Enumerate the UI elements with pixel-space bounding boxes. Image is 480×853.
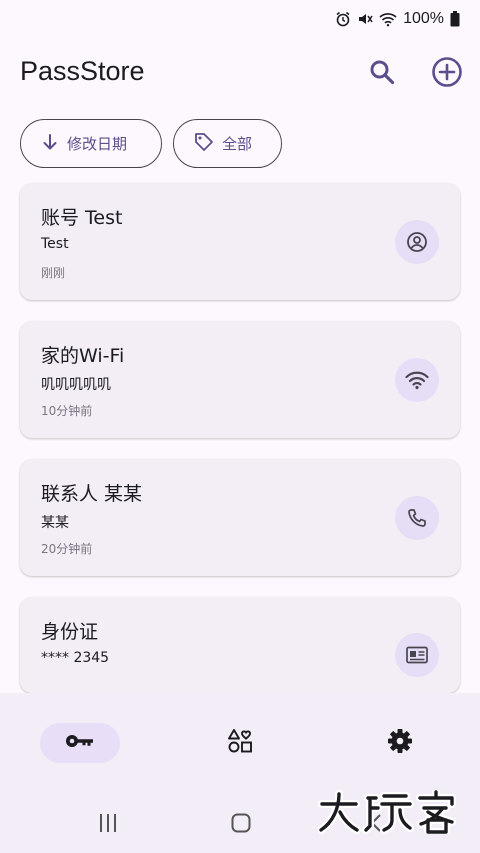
status-icons: 100% — [335, 10, 460, 28]
wifi-status-icon — [379, 11, 397, 27]
recent-apps-button[interactable] — [98, 813, 118, 837]
entry-card-account[interactable]: 账号 Test Test 刚刚 — [20, 183, 460, 300]
settings-gear-icon — [387, 728, 413, 758]
entry-subtitle: 叽叽叽叽叽 — [41, 377, 111, 393]
mute-icon — [357, 11, 373, 27]
battery-percent: 100% — [403, 10, 444, 27]
entry-subtitle: Test — [41, 236, 69, 252]
search-button[interactable] — [364, 56, 400, 92]
search-icon — [368, 58, 396, 90]
tag-icon — [194, 132, 214, 156]
add-entry-button[interactable] — [429, 56, 465, 92]
sort-chip-label: 修改日期 — [67, 135, 128, 153]
entry-card-contact[interactable]: 联系人 某某 某某 20分钟前 — [20, 459, 460, 576]
entry-title: 账号 Test — [41, 207, 123, 229]
account-icon — [395, 220, 439, 264]
key-icon — [65, 733, 95, 753]
battery-icon — [450, 11, 460, 27]
id-card-icon — [395, 633, 439, 677]
entry-time: 刚刚 — [41, 266, 66, 280]
phone-icon — [395, 496, 439, 540]
category-chip[interactable]: 全部 — [173, 119, 282, 168]
bottom-navigation — [0, 693, 480, 793]
status-bar: 100% — [0, 0, 480, 40]
entry-title: 联系人 某某 — [41, 483, 143, 505]
nav-settings[interactable] — [360, 723, 440, 763]
recent-apps-icon — [98, 813, 118, 837]
wifi-icon — [395, 358, 439, 402]
entry-time: 10分钟前 — [41, 404, 93, 418]
entry-card-wifi[interactable]: 家的Wi-Fi 叽叽叽叽叽 10分钟前 — [20, 321, 460, 438]
entry-card-id[interactable]: 身份证 **** 2345 — [20, 597, 460, 693]
nav-passwords[interactable] — [40, 723, 120, 763]
arrow-down-icon — [41, 133, 59, 155]
entry-time: 20分钟前 — [41, 542, 93, 556]
home-icon — [231, 813, 251, 837]
watermark-logo — [317, 788, 463, 836]
alarm-icon — [335, 11, 351, 27]
nav-categories[interactable] — [200, 723, 280, 763]
app-title: PassStore — [20, 56, 145, 86]
sort-chip[interactable]: 修改日期 — [20, 119, 162, 168]
entry-subtitle: 某某 — [41, 515, 69, 531]
categories-icon — [227, 728, 253, 758]
entry-subtitle: **** 2345 — [41, 650, 110, 666]
entry-title: 身份证 — [41, 621, 99, 643]
home-button[interactable] — [231, 813, 251, 837]
add-circle-icon — [431, 56, 463, 92]
category-chip-label: 全部 — [222, 135, 253, 153]
entry-title: 家的Wi-Fi — [41, 345, 125, 367]
